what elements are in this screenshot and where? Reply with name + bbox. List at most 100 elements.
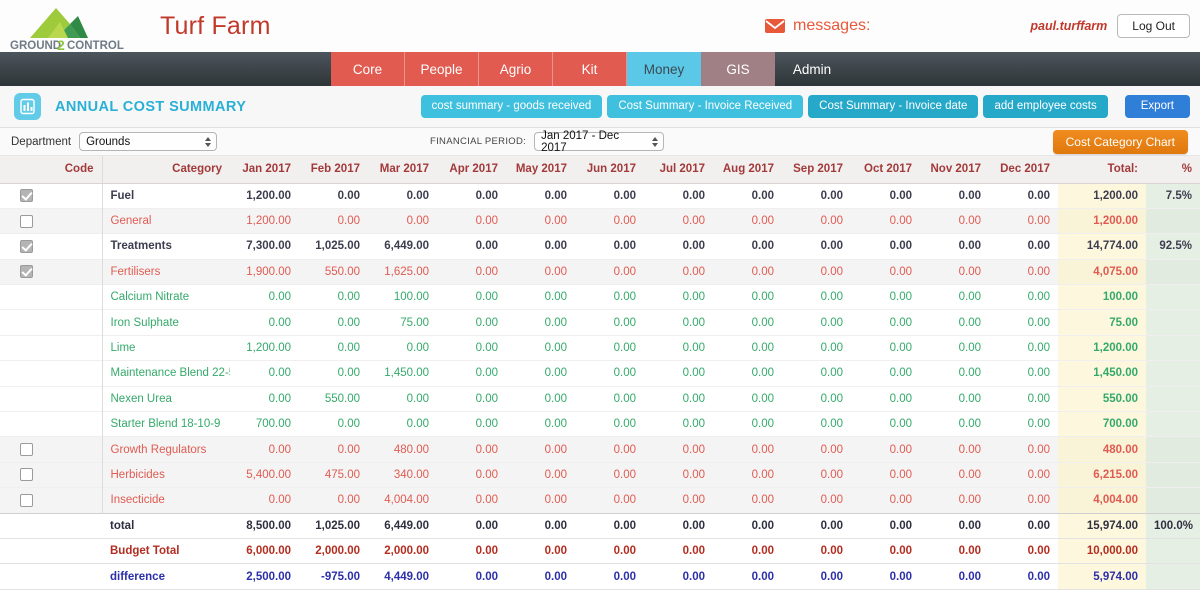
table-row: Fertilisers 1,900.00 550.00 1,625.00 0.00 0.0…: [0, 259, 1200, 285]
cell-month-11: 0.00: [958, 367, 981, 380]
col-may: May 2017: [506, 156, 575, 184]
btn-cost-summary-invoice-date[interactable]: Cost Summary - Invoice date: [808, 94, 979, 119]
btn-add-employee-costs[interactable]: add employee costs: [983, 94, 1108, 119]
cell-category-difference: difference: [110, 570, 165, 583]
nav-item-core[interactable]: Core: [331, 52, 405, 86]
row-checkbox-fertilisers[interactable]: [19, 265, 33, 279]
row-checkbox-herbicides[interactable]: [19, 468, 33, 482]
cell-month-8: 0.00: [751, 291, 774, 304]
header-right-area: messages: paul.turffarm Log Out: [765, 14, 1200, 38]
cell-month-4: 0.00: [475, 418, 498, 431]
cell-total: 480.00: [1058, 436, 1146, 463]
cell-category-nexen-urea[interactable]: Nexen Urea: [101, 386, 230, 412]
cell-month-10: 0.00: [889, 570, 912, 583]
cell-month-8: 0.00: [713, 512, 782, 539]
cell-month-1: 1,900.00: [230, 259, 299, 285]
cell-month-1: 2,500.00: [246, 570, 291, 583]
nav-item-money[interactable]: Money: [627, 52, 701, 86]
cell-category-iron-sulphate[interactable]: Iron Sulphate: [101, 309, 230, 336]
cell-month-5: 0.00: [506, 487, 575, 514]
row-select-cell: [0, 436, 52, 463]
nav-item-people[interactable]: People: [405, 52, 479, 86]
cell-month-8: 0.00: [751, 316, 774, 329]
department-select[interactable]: Grounds: [79, 132, 218, 151]
cell-month-8: 0.00: [751, 545, 774, 558]
ground2control-logo-icon: GROUND 2 CONTROL: [10, 8, 124, 50]
cost-category-chart-button[interactable]: Cost Category Chart: [1052, 130, 1188, 154]
row-select-cell: [0, 512, 52, 539]
cell-month-9: 0.00: [820, 392, 843, 405]
table-row: Growth Regulators 0.00 0.00 480.00 0.00 0.00 0…: [0, 436, 1200, 463]
cell-percent: [1146, 462, 1200, 488]
cell-month-9: 0.00: [782, 462, 851, 488]
cell-category-herbicides[interactable]: Herbicides: [101, 462, 230, 488]
logout-button[interactable]: Log Out: [1117, 14, 1190, 38]
cell-month-10: 0.00: [889, 545, 912, 558]
row-checkbox-general[interactable]: [19, 214, 33, 228]
cell-code: [52, 412, 102, 437]
department-label: Department: [11, 135, 72, 148]
cell-month-6: 0.00: [575, 436, 644, 463]
cell-month-11: 0.00: [958, 189, 981, 202]
messages-link[interactable]: messages:: [765, 17, 870, 35]
row-checkbox-growth-regulators[interactable]: [19, 443, 33, 457]
cell-month-3: 4,449.00: [384, 570, 429, 583]
cell-month-2: 0.00: [337, 316, 360, 329]
nav-item-agrio[interactable]: Agrio: [479, 52, 553, 86]
row-checkbox-insecticide[interactable]: [19, 493, 33, 507]
cell-total: 5,974.00: [1058, 563, 1146, 590]
cell-month-5: 0.00: [506, 436, 575, 463]
cell-month-6: 0.00: [575, 208, 644, 234]
cell-percent: [1146, 208, 1200, 234]
cell-month-3: 0.00: [368, 208, 437, 234]
cell-category-lime[interactable]: Lime: [101, 335, 230, 361]
cell-month-9: 0.00: [820, 240, 843, 253]
logo[interactable]: GROUND 2 CONTROL: [8, 2, 138, 50]
cell-month-2: 2,000.00: [315, 545, 360, 558]
cell-month-12: 0.00: [989, 487, 1058, 514]
cell-code: [52, 183, 102, 208]
cell-category-fertilisers[interactable]: Fertilisers: [101, 259, 230, 285]
cell-category-fuel[interactable]: Fuel: [101, 183, 230, 209]
cell-category-treatments[interactable]: Treatments: [101, 233, 230, 260]
row-checkbox-fuel[interactable]: [19, 189, 33, 203]
cell-month-9: 0.00: [782, 512, 851, 539]
cell-month-3: 6,449.00: [368, 512, 437, 539]
cell-month-10: 0.00: [851, 487, 920, 514]
cell-category-growth-regulators[interactable]: Growth Regulators: [101, 436, 230, 463]
cell-category-general[interactable]: General: [101, 208, 230, 234]
cell-total: 15,974.00: [1058, 512, 1146, 539]
nav-item-kit[interactable]: Kit: [553, 52, 627, 86]
cell-month-4: 0.00: [475, 291, 498, 304]
export-button[interactable]: Export: [1124, 94, 1190, 119]
nav-right-spacer: [849, 52, 1200, 86]
btn-cost-summary-invoice-received[interactable]: Cost Summary - Invoice Received: [607, 94, 804, 119]
cell-month-1: 0.00: [268, 392, 291, 405]
cell-total: 1,450.00: [1058, 360, 1146, 387]
cell-total: 10,000.00: [1058, 538, 1146, 564]
cell-month-3: 1,450.00: [384, 367, 429, 380]
cell-category-starter-blend-18-10-9[interactable]: Starter Blend 18-10-9: [101, 411, 230, 437]
cell-month-12: 0.00: [1027, 545, 1050, 558]
main-navigation: Core People Agrio Kit Money GIS Admin: [0, 52, 1200, 86]
table-header-row: Code Category Jan 2017 Feb 2017 Mar 2017…: [0, 156, 1200, 184]
financial-period-select[interactable]: Jan 2017 - Dec 2017: [534, 130, 665, 154]
table-row: Calcium Nitrate 0.00 0.00 100.00 0.00 0.00 0.0…: [0, 284, 1200, 310]
cell-category-insecticide[interactable]: Insecticide: [101, 487, 230, 514]
cell-month-7: 0.00: [682, 316, 705, 329]
cell-month-11: 0.00: [920, 512, 989, 539]
cell-category-calcium-nitrate[interactable]: Calcium Nitrate: [101, 284, 230, 310]
cell-total: 6,215.00: [1058, 462, 1146, 488]
svg-text:GROUND: GROUND: [10, 40, 61, 50]
cell-month-7: 0.00: [644, 462, 713, 488]
btn-cost-summary-goods-received[interactable]: cost summary - goods received: [420, 94, 603, 119]
messages-label: messages:: [793, 17, 871, 34]
table-row: Nexen Urea 0.00 550.00 0.00 0.00 0.00 0.00 0.00…: [0, 386, 1200, 412]
cell-category-maintenance-blend-22-5-10[interactable]: Maintenance Blend 22-5-10: [101, 360, 230, 387]
nav-item-gis[interactable]: GIS: [701, 52, 775, 86]
nav-item-admin[interactable]: Admin: [775, 52, 849, 86]
cell-month-11: 0.00: [958, 342, 981, 355]
col-sep: Sep 2017: [782, 156, 851, 184]
row-checkbox-treatments[interactable]: [19, 239, 33, 253]
cell-month-10: 0.00: [889, 240, 912, 253]
